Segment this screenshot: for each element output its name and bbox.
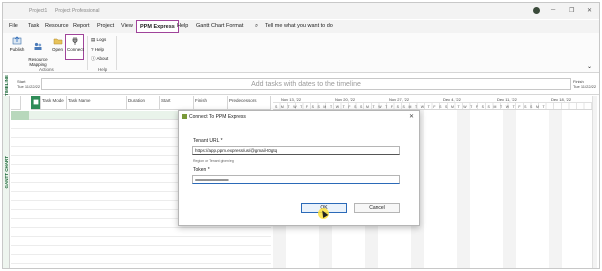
timescale-weeks: Nov 13, '22 Nov 20, '22 Nov 27, '22 Dec … [273,96,595,103]
restore-icon[interactable]: ❐ [569,7,574,14]
col-finish[interactable]: Finish [194,96,228,110]
token-label: Token * [193,167,210,173]
menu-resource[interactable]: Resource [45,23,69,29]
timeline-start: Start Tue 11/22/22 [17,79,40,89]
timeline-finish-date: Tue 11/22/22 [573,84,597,89]
about-label: About [96,56,109,61]
week-label: Nov 13, '22 [281,97,302,102]
week-label: Dec 4, '22 [443,97,461,102]
group-label-actions: Actions [39,67,54,72]
menu-report[interactable]: Report [73,23,90,29]
tell-me-search[interactable]: Tell me what you want to do [265,23,333,29]
ribbon: Publish Resource Mapping Open Connect ▤ … [3,33,599,73]
dialog-close-icon[interactable]: ✕ [409,113,414,120]
gantt-side-strip: GANTT CHART [3,96,10,268]
folder-icon [53,38,62,45]
row-selector[interactable] [11,111,29,120]
ribbon-divider [87,36,88,70]
publish-label: Publish [9,47,25,52]
resource-mapping-label: Resource Mapping [28,57,48,67]
minimize-icon[interactable]: ─ [551,7,555,13]
about-item[interactable]: ⓘ About [91,56,108,62]
gantt-side-label: GANTT CHART [4,156,9,189]
menu-project[interactable]: Project [97,23,114,29]
title-app: Project Professional [55,8,100,14]
plug-icon [72,37,77,45]
timeline: TIMELINE Start Tue 11/22/22 Add tasks wit… [3,75,599,96]
timeline-side-label: TIMELINE [4,75,9,96]
close-icon[interactable]: ✕ [587,7,592,14]
search-icon[interactable]: ⌕ [255,23,258,30]
col-duration[interactable]: Duration [127,96,160,110]
tenant-url-input[interactable]: https://app.ppm.express/us/@gmail-t0gtq [192,146,400,155]
week-label: Nov 20, '22 [335,97,356,102]
publish-icon [12,36,22,45]
week-label: Dec 18, '22 [551,97,572,102]
col-task-mode[interactable]: Task Mode [41,96,67,110]
menu-ppm-express[interactable]: PPM Express [136,20,179,33]
col-predecessors[interactable]: Predecessors [228,96,271,110]
week-label: Dec 11, '22 [497,97,517,102]
connect-button[interactable]: Connect [65,34,84,60]
collapse-ribbon-icon[interactable]: ⌄ [587,63,592,70]
menu-task[interactable]: Task [28,23,39,29]
menu-help[interactable]: Help [177,23,188,29]
menu-gantt-format[interactable]: Gantt Chart Format [196,23,243,29]
indicators-header [31,96,41,110]
resource-mapping-button[interactable]: Resource Mapping [27,36,49,67]
avatar[interactable] [533,7,540,14]
dialog-title: Connect To PPM Express [189,114,246,120]
tenant-url-label: Tenant URL * [193,138,223,144]
col-task-name[interactable]: Task Name [67,96,127,110]
group-label-help: Help [98,67,108,72]
ribbon-divider [116,36,117,70]
open-label: Open [51,47,63,52]
resource-mapping-icon [34,42,42,50]
tenant-url-hint: Region or Tenant given/eg [193,159,234,163]
timeline-finish: Finish Tue 11/22/22 [573,79,596,89]
vertical-scrollbar[interactable] [592,96,597,268]
logs-label: Logs [96,37,107,42]
menu-view[interactable]: View [121,23,133,29]
help-item[interactable]: ? Help [91,47,104,52]
connect-label: Connect [67,47,84,52]
title-project: Project1 [29,8,48,14]
connect-dialog: Connect To PPM Express ✕ Tenant URL * ht… [178,110,420,226]
token-input[interactable]: ••••••••••••••••••••••••••••••••••••••••… [192,175,400,184]
title-bar: Project1 Project Professional ─ ❐ ✕ [3,3,599,19]
col-start[interactable]: Start [160,96,194,110]
timeline-box[interactable]: Add tasks with dates to the timeline [41,78,571,90]
help-label: Help [94,47,105,52]
day-letters: SMTWTFSSMTWTFSSMTWTFSSMTWTFSSMTWTFSSMTWT… [275,104,549,109]
open-button[interactable]: Open [51,36,64,52]
week-label: Nov 27, '22 [389,97,410,102]
ppm-express-icon [182,114,187,119]
menu-file[interactable]: File [9,23,18,29]
select-all-corner[interactable] [11,96,21,110]
logs-item[interactable]: ▤ Logs [91,37,106,43]
timeline-start-date: Tue 11/22/22 [17,84,41,89]
publish-button[interactable]: Publish [9,36,25,52]
info-icon [33,99,39,105]
menu-bar: File Task Resource Report Project View P… [3,20,599,33]
cancel-button[interactable]: Cancel [354,203,400,213]
